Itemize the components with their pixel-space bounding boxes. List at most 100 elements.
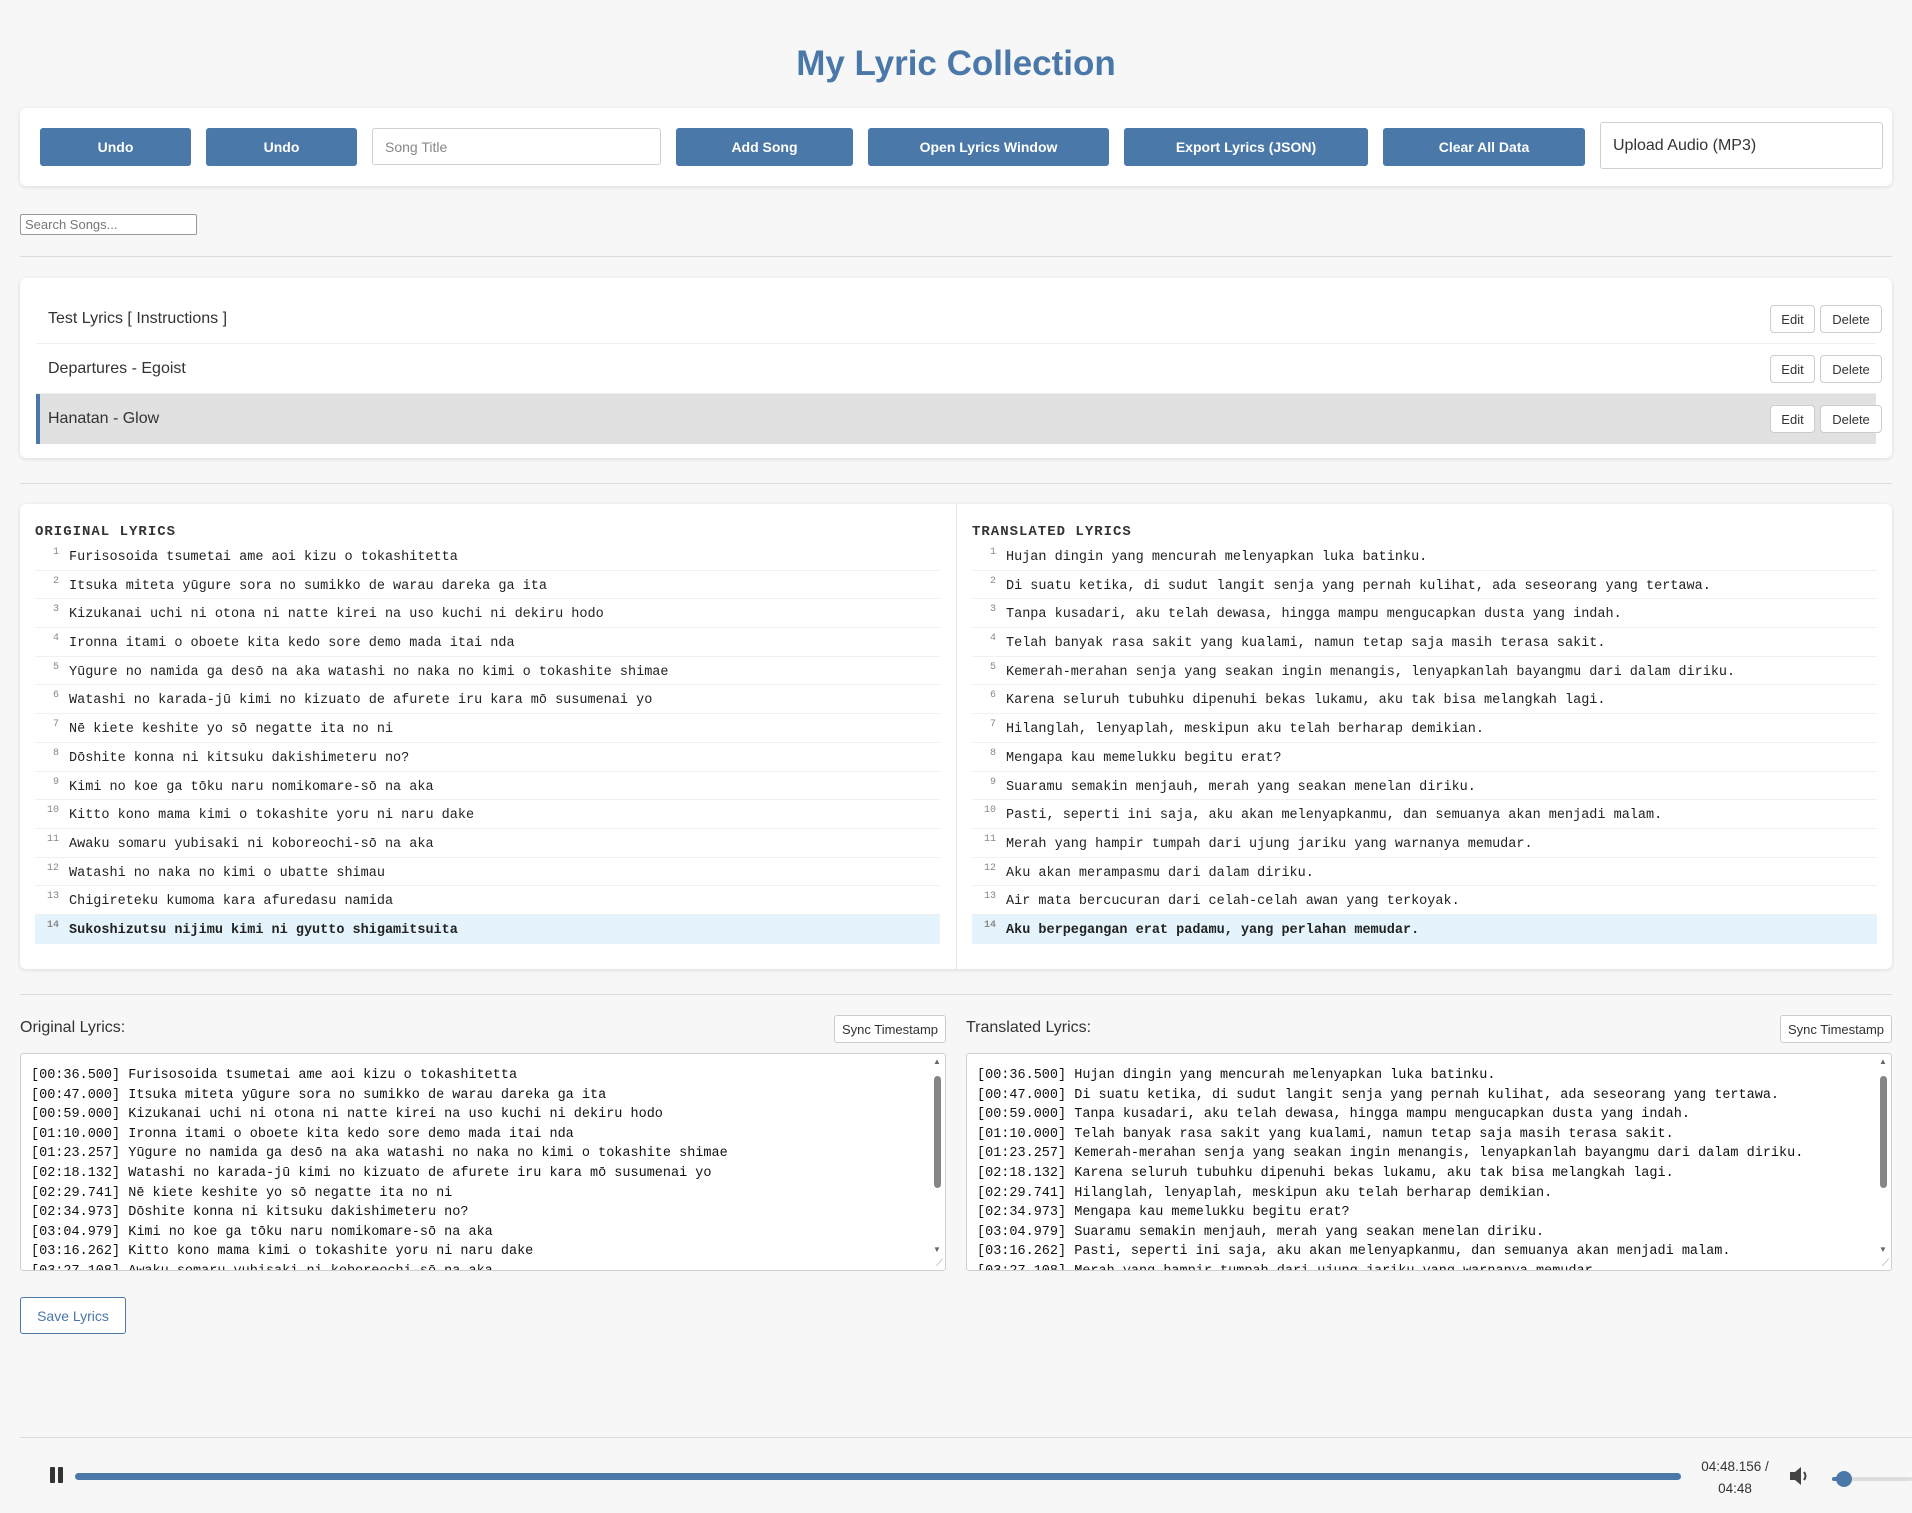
translated-lyric-line[interactable]: 5 Kemerah-merahan senja yang seakan ingin… (972, 657, 1877, 686)
open-lyrics-window-button[interactable]: Open Lyrics Window (868, 128, 1109, 166)
sync-timestamp-button-translated[interactable]: Sync Timestamp (1780, 1015, 1892, 1043)
translated-lyric-line[interactable]: 12 Aku akan merampasmu dari dalam diriku. (972, 858, 1877, 887)
line-text: Di suatu ketika, di sudut langit senja y… (1006, 578, 1711, 594)
translated-lyric-line[interactable]: 13 Air mata bercucuran dari celah-celah a… (972, 886, 1877, 915)
translated-lyric-line[interactable]: 8 Mengapa kau memelukku begitu erat? (972, 743, 1877, 772)
export-lyrics-button[interactable]: Export Lyrics (JSON) (1124, 128, 1368, 166)
song-item-active[interactable]: Hanatan - Glow Edit Delete (36, 394, 1882, 444)
translated-lyric-line[interactable]: 11 Merah yang hampir tumpah dari ujung ja… (972, 829, 1877, 858)
line-text: Watashi no naka no kimi o ubatte shimau (69, 865, 385, 881)
speaker-icon[interactable] (1788, 1464, 1814, 1488)
search-input[interactable] (20, 214, 197, 235)
scrollbar[interactable]: ▲ ▼ (1875, 1054, 1891, 1270)
translated-lyric-line[interactable]: 2 Di suatu ketika, di sudut langit senja … (972, 571, 1877, 600)
scroll-up-icon[interactable]: ▲ (1879, 1057, 1887, 1066)
save-lyrics-button[interactable]: Save Lyrics (20, 1297, 126, 1334)
line-number: 9 (52, 776, 59, 788)
progress-bar[interactable] (75, 1473, 1681, 1480)
line-number: 2 (989, 575, 996, 587)
line-text: Merah yang hampir tumpah dari ujung jari… (1006, 836, 1533, 852)
translated-lyrics-textarea[interactable]: [00:36.500] Hujan dingin yang mencurah m… (966, 1053, 1892, 1271)
original-lyric-line[interactable]: 13 Chigireteku kumoma kara afuredasu nami… (35, 886, 940, 915)
divider (20, 994, 1892, 995)
line-number: 4 (52, 633, 59, 645)
volume-slider[interactable] (1832, 1471, 1912, 1487)
scroll-up-icon[interactable]: ▲ (933, 1057, 941, 1066)
line-text: Chigireteku kumoma kara afuredasu namida (69, 894, 394, 910)
original-lyric-line[interactable]: 4 Ironna itami o oboete kita kedo sore de… (35, 628, 940, 657)
original-lyric-line[interactable]: 5 Yūgure no namida ga desō na aka watashi… (35, 657, 940, 686)
original-lyrics-textarea[interactable]: [00:36.500] Furisosoida tsumetai ame aoi… (20, 1053, 946, 1271)
scrollbar-thumb[interactable] (934, 1076, 941, 1188)
resize-handle-icon[interactable]: ⟋ (936, 1258, 943, 1269)
translated-lyric-line[interactable]: 14 Aku berpegangan erat padamu, yang perl… (972, 914, 1877, 944)
line-text: Yūgure no namida ga desō na aka watashi … (69, 664, 669, 680)
translated-lyric-line[interactable]: 4 Telah banyak rasa sakit yang kualami, n… (972, 628, 1877, 657)
line-text: Karena seluruh tubuhku dipenuhi bekas lu… (1006, 693, 1606, 709)
line-text: Sukoshizutsu nijimu kimi ni gyutto shiga… (69, 922, 458, 938)
original-lyrics-list: 1 Furisosoida tsumetai ame aoi kizu o tok… (35, 542, 940, 944)
toolbar: Undo Undo Add Song Open Lyrics Window Ex… (20, 108, 1892, 186)
edit-song-button[interactable]: Edit (1770, 305, 1815, 333)
song-title-input[interactable] (372, 128, 661, 165)
undo-button-2[interactable]: Undo (206, 128, 357, 166)
translated-lyric-line[interactable]: 10 Pasti, seperti ini saja, aku akan mele… (972, 800, 1877, 829)
original-lyric-line[interactable]: 14 Sukoshizutsu nijimu kimi ni gyutto shi… (35, 914, 940, 944)
line-number: 5 (52, 661, 59, 673)
song-name: Hanatan - Glow (48, 410, 160, 427)
translated-lyric-line[interactable]: 3 Tanpa kusadari, aku telah dewasa, hingg… (972, 599, 1877, 629)
app-title: My Lyric Collection (796, 44, 1116, 83)
song-name: Departures - Egoist (48, 360, 186, 377)
scrollbar[interactable]: ▲ ▼ (929, 1054, 945, 1270)
translated-lyric-line[interactable]: 9 Suaramu semakin menjauh, merah yang sea… (972, 772, 1877, 801)
sync-timestamp-button[interactable]: Sync Timestamp (834, 1015, 946, 1043)
upload-audio-input[interactable]: Upload Audio (MP3) (1600, 122, 1883, 169)
line-number: 3 (989, 604, 996, 616)
volume-knob[interactable] (1836, 1471, 1852, 1487)
original-lyric-line[interactable]: 11 Awaku somaru yubisaki ni koboreochi-sō… (35, 829, 940, 858)
resize-handle-icon[interactable]: ⟋ (1882, 1258, 1889, 1269)
translated-lyrics-list: 1 Hujan dingin yang mencurah melenyapkan … (972, 542, 1877, 944)
scroll-down-icon[interactable]: ▼ (1879, 1245, 1887, 1254)
line-text: Kizukanai uchi ni otona ni natte kirei n… (69, 607, 604, 623)
line-text: Kitto kono mama kimi o tokashite yoru ni… (69, 808, 475, 824)
scroll-down-icon[interactable]: ▼ (933, 1245, 941, 1254)
translated-lyric-line[interactable]: 7 Hilanglah, lenyaplah, meskipun aku tela… (972, 714, 1877, 743)
line-number: 12 (46, 862, 59, 874)
edit-song-button[interactable]: Edit (1770, 405, 1815, 433)
translated-lyric-line[interactable]: 1 Hujan dingin yang mencurah melenyapkan … (972, 542, 1877, 571)
line-number: 6 (989, 690, 996, 702)
line-text: Tanpa kusadari, aku telah dewasa, hingga… (1006, 607, 1622, 623)
song-item[interactable]: Departures - Egoist Edit Delete (36, 344, 1882, 394)
delete-song-button[interactable]: Delete (1820, 305, 1882, 333)
original-lyric-line[interactable]: 8 Dōshite konna ni kitsuku dakishimeteru … (35, 743, 940, 772)
original-lyric-line[interactable]: 10 Kitto kono mama kimi o tokashite yoru … (35, 800, 940, 829)
edit-song-button[interactable]: Edit (1770, 355, 1815, 383)
original-lyrics-text: [00:36.500] Furisosoida tsumetai ame aoi… (31, 1068, 728, 1270)
delete-song-button[interactable]: Delete (1820, 355, 1882, 383)
original-lyric-line[interactable]: 6 Watashi no karada-jū kimi no kizuato de… (35, 685, 940, 715)
delete-song-button[interactable]: Delete (1820, 405, 1882, 433)
line-number: 2 (52, 575, 59, 587)
pause-icon[interactable] (46, 1463, 68, 1487)
original-lyric-line[interactable]: 2 Itsuka miteta yūgure sora no sumikko de… (35, 571, 940, 600)
undo-button[interactable]: Undo (40, 128, 191, 166)
line-text: Mengapa kau memelukku begitu erat? (1006, 750, 1282, 766)
translated-lyrics-heading: TRANSLATED LYRICS (972, 524, 1132, 540)
song-item[interactable]: Test Lyrics [ Instructions ] Edit Delete (36, 294, 1882, 344)
original-lyrics-column: ORIGINAL LYRICS 1 Furisosoida tsumetai am… (20, 504, 955, 969)
original-lyric-line[interactable]: 1 Furisosoida tsumetai ame aoi kizu o tok… (35, 542, 940, 571)
lyrics-display-panel: ORIGINAL LYRICS 1 Furisosoida tsumetai am… (20, 504, 1892, 969)
translated-lyric-line[interactable]: 6 Karena seluruh tubuhku dipenuhi bekas l… (972, 685, 1877, 715)
scrollbar-thumb[interactable] (1880, 1076, 1887, 1188)
original-lyric-line[interactable]: 7 Nē kiete keshite yo sō negatte ita no n… (35, 714, 940, 743)
original-lyric-line[interactable]: 9 Kimi no koe ga tōku naru nomikomare-sō … (35, 772, 940, 801)
line-number: 7 (989, 719, 996, 731)
original-lyric-line[interactable]: 12 Watashi no naka no kimi o ubatte shima… (35, 858, 940, 887)
line-number: 11 (46, 833, 59, 845)
add-song-button[interactable]: Add Song (676, 128, 853, 166)
line-text: Hilanglah, lenyaplah, meskipun aku telah… (1006, 722, 1484, 738)
clear-all-data-button[interactable]: Clear All Data (1383, 128, 1585, 166)
line-number: 1 (52, 547, 59, 558)
original-lyric-line[interactable]: 3 Kizukanai uchi ni otona ni natte kirei … (35, 599, 940, 629)
